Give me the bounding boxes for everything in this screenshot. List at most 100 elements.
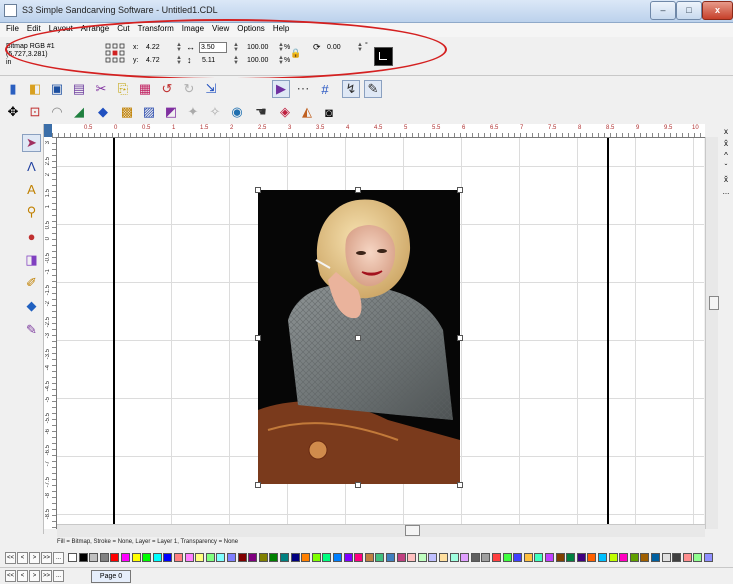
contour-tool-icon[interactable]: ✎ [364,80,382,98]
color-swatch[interactable] [248,553,258,562]
color-swatch[interactable] [68,553,77,562]
color-swatch[interactable] [608,553,618,562]
menu-file[interactable]: File [2,23,23,33]
menu-options[interactable]: Options [233,23,269,33]
fill-tool-icon[interactable]: ◆ [22,297,41,315]
menu-view[interactable]: View [208,23,233,33]
color-swatch[interactable] [534,553,544,562]
copy-icon[interactable]: ⎘ [114,80,132,98]
print-icon[interactable]: ▤ [70,80,88,98]
vertical-scroll-thumb[interactable] [709,296,719,310]
color-swatch[interactable] [269,553,279,562]
menu-cut[interactable]: Cut [113,23,133,33]
color-swatch[interactable] [174,553,183,562]
color-swatch[interactable] [142,553,152,562]
import-icon[interactable]: ⇲ [202,80,220,98]
color-swatch[interactable] [417,553,427,562]
color-swatch[interactable] [280,553,289,562]
ungroup-icon[interactable]: ▨ [140,103,158,121]
zoom-tool-icon[interactable]: ⚲ [22,203,41,221]
resize-handle-sw[interactable] [255,482,261,488]
width-field[interactable]: 3.50 [199,42,227,53]
snap-up-button[interactable]: ^ [719,150,733,162]
resize-handle-e[interactable] [457,335,463,341]
width-spinner[interactable]: ▲ ▼ [233,42,239,53]
center-handle[interactable] [355,335,361,341]
color-swatch[interactable] [545,553,554,562]
group-icon[interactable]: ▩ [118,103,136,121]
palette-last-button[interactable]: >> [41,552,52,564]
color-swatch[interactable] [407,553,417,562]
grid-icon[interactable]: # [316,80,334,98]
page-last-button[interactable]: >> [41,570,52,582]
snap-bottom-button[interactable]: x̌ [719,174,733,186]
horizontal-scroll-thumb[interactable] [405,525,420,536]
color-swatch[interactable] [227,553,236,562]
bitmap-icon[interactable]: ◙ [320,103,338,121]
y-spinner[interactable]: ▲ ▼ [176,55,182,66]
color-swatch[interactable] [99,553,109,562]
color-swatch[interactable] [502,553,512,562]
resize-handle-n[interactable] [355,187,361,193]
reference-point-grid[interactable] [105,43,127,65]
color-swatch[interactable] [661,553,671,562]
menu-edit[interactable]: Edit [23,23,45,33]
ruler-origin[interactable] [44,124,52,137]
mirror-tool-icon[interactable]: ◢ [70,103,88,121]
color-swatch[interactable] [460,553,470,562]
color-swatch[interactable] [470,553,480,562]
color-swatch[interactable] [110,553,120,562]
shape-tool-icon[interactable]: Ʌ [22,157,41,175]
color-swatch[interactable] [704,553,713,562]
x-field[interactable]: 4.22 [146,44,160,52]
color-swatch[interactable] [598,553,607,562]
color-swatch[interactable] [184,553,194,562]
maximize-button[interactable]: □ [676,1,702,20]
color-swatch[interactable] [290,553,300,562]
eraser-tool-icon[interactable]: ✎ [22,321,41,339]
new-file-icon[interactable]: ▮ [4,80,22,98]
color-swatch[interactable] [258,553,268,562]
color-swatch[interactable] [163,553,173,562]
resize-handle-w[interactable] [255,335,261,341]
color-swatch[interactable] [311,553,321,562]
color-swatch[interactable] [566,553,576,562]
select-mode-icon[interactable]: ▶ [272,80,290,98]
scale-y-field[interactable]: 100.00 [247,57,268,65]
palette-prev-button[interactable]: < [17,552,28,564]
color-swatch[interactable] [322,553,332,562]
palette-first-button[interactable]: << [5,552,16,564]
page-first-button[interactable]: << [5,570,16,582]
text-tool-icon[interactable]: A [22,180,41,198]
close-button[interactable]: x [702,1,733,20]
fill-icon[interactable]: ◈ [276,103,294,121]
resize-handle-s[interactable] [355,482,361,488]
align-icon[interactable]: ⊡ [26,103,44,121]
color-swatch[interactable] [131,553,141,562]
scale-x-field[interactable]: 100.00 [247,44,268,52]
horizontal-scrollbar[interactable] [57,524,705,537]
color-swatch[interactable] [629,553,639,562]
menu-layout[interactable]: Layout [45,23,77,33]
color-swatch[interactable] [640,553,650,562]
x-spinner[interactable]: ▲ ▼ [176,42,182,53]
rotation-spinner[interactable]: ▲ ▼ [357,42,363,53]
lock-ratio-icon[interactable]: 🔒 [290,49,301,58]
minimize-button[interactable]: – [650,1,676,20]
resize-handle-ne[interactable] [457,187,463,193]
page-tab[interactable]: Page 0 [91,570,131,583]
color-swatch[interactable] [619,553,629,562]
color-swatch[interactable] [672,553,682,562]
color-swatch[interactable] [386,553,395,562]
color-swatch[interactable] [693,553,703,562]
menu-image[interactable]: Image [178,23,208,33]
palette-more-button[interactable]: ... [53,552,64,564]
color-swatch[interactable] [375,553,385,562]
color-swatch[interactable] [513,553,523,562]
menu-transform[interactable]: Transform [134,23,178,33]
drawing-canvas[interactable] [57,138,704,524]
color-swatch[interactable] [428,553,438,562]
color-swatch[interactable] [587,553,597,562]
color-swatch[interactable] [576,553,586,562]
color-swatch[interactable] [481,553,491,562]
